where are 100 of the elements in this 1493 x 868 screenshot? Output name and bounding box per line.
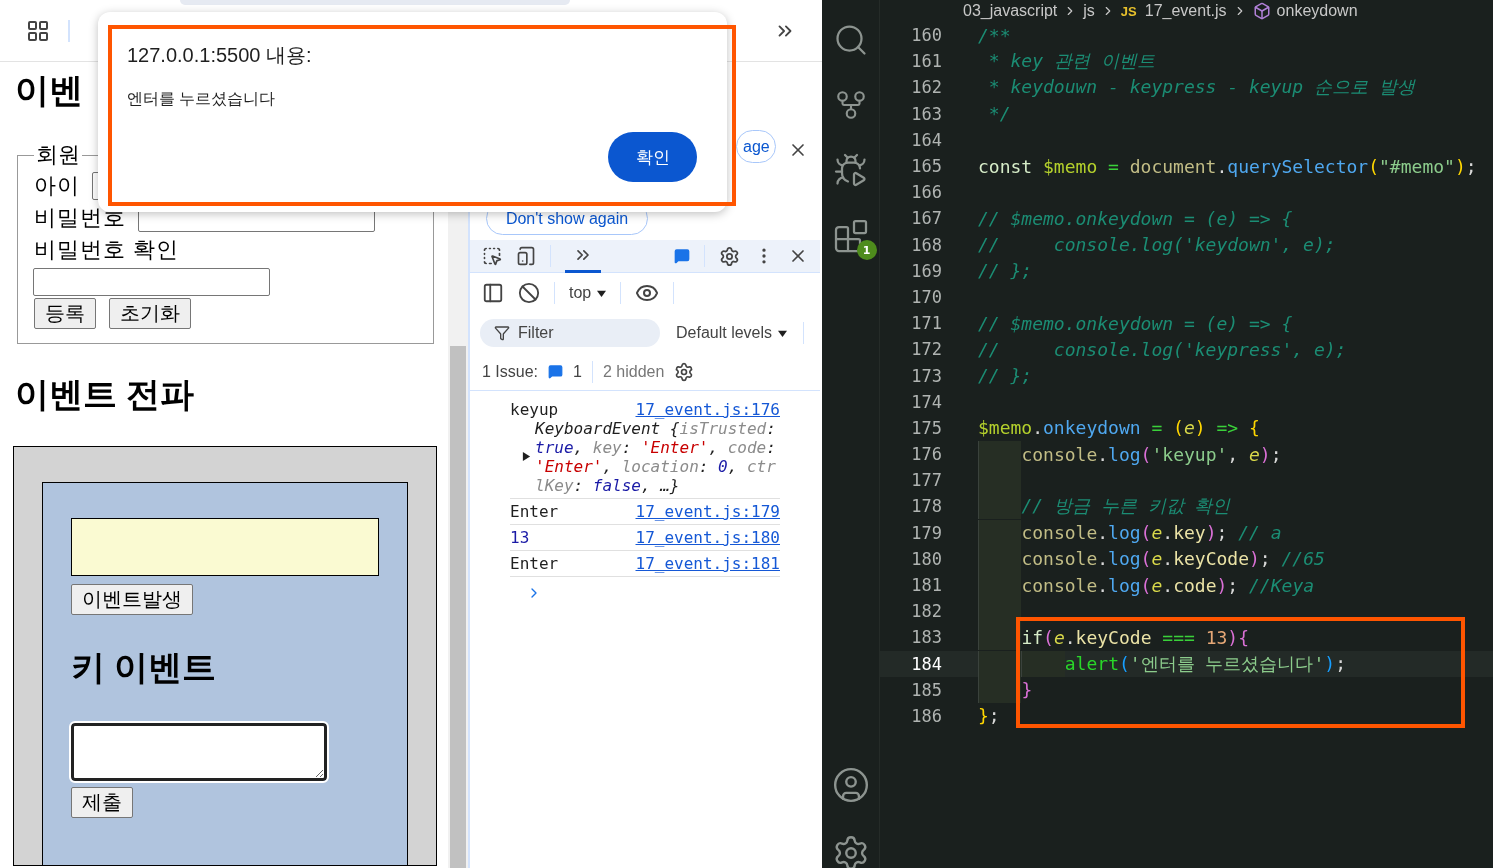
line-number: 165: [910, 156, 942, 177]
extensions-icon[interactable]: [832, 218, 869, 254]
line-number: 174: [910, 391, 942, 412]
issue-count: 1: [573, 362, 582, 381]
source-link[interactable]: 17_event.js:179: [635, 502, 780, 521]
line-number: 182: [910, 601, 942, 622]
line-number: 185: [910, 679, 942, 700]
page-heading: 이벤: [15, 70, 83, 110]
submit-button[interactable]: 제출: [71, 787, 133, 818]
line-number: 173: [910, 365, 942, 386]
code-text: const $memo = document.querySelector("#memo");: [978, 155, 1477, 177]
line-number: 178: [910, 496, 942, 517]
code-text: // $memo.onkeydown = (e) => {: [978, 312, 1293, 334]
indent-guide: [978, 519, 1022, 546]
line-number: 181: [910, 575, 942, 596]
code-text: console.log(e.key); // a: [1021, 522, 1282, 544]
line-number: 166: [910, 182, 942, 203]
code-text: // };: [978, 260, 1033, 282]
code-text: console.log(e.keyCode); //65: [1021, 548, 1325, 570]
filter-field[interactable]: Filter: [480, 319, 660, 347]
console-message: Enter: [510, 502, 559, 521]
line-number: 186: [910, 705, 942, 726]
caret-icon: [597, 289, 607, 298]
sidebar-icon[interactable]: [482, 282, 504, 304]
section-heading: 키 이벤트: [71, 647, 218, 688]
breadcrumb-item[interactable]: 17_event.js: [1144, 2, 1227, 20]
code-text: // $memo.onkeydown = (e) => {: [978, 207, 1293, 229]
settings-icon[interactable]: [674, 361, 695, 382]
device-icon[interactable]: [516, 246, 536, 266]
dialog-message: 엔터를 누르셨습니다: [127, 89, 277, 109]
console-message: 13: [510, 528, 530, 547]
fieldset-legend: 회원: [34, 140, 82, 170]
source-link[interactable]: 17_event.js:176: [635, 400, 780, 419]
dialog-title: 127.0.0.1:5500 내용:: [127, 43, 313, 68]
source-link[interactable]: 17_event.js:180: [635, 528, 780, 547]
cube-icon: [1252, 2, 1271, 20]
line-number: 163: [910, 103, 942, 124]
line-number: 170: [910, 286, 942, 307]
issues-label: 1 Issue:: [482, 362, 539, 381]
code-text: // console.log('keydown', e);: [978, 234, 1336, 256]
page-heading: 이벤트 전파: [15, 374, 195, 414]
code-text: // 방금 누른 키값 확인: [1021, 494, 1231, 519]
apps-grid-icon[interactable]: [26, 18, 50, 43]
line-number: 184: [910, 653, 942, 674]
line-number: 162: [910, 77, 942, 98]
line-number: 161: [910, 51, 942, 72]
code-text: };: [978, 705, 1000, 727]
indent-guide: [978, 493, 1022, 520]
code-text: * key 관련 이벤트: [987, 49, 1155, 74]
indent-guide: [978, 624, 1022, 651]
code-text: /**: [978, 24, 1011, 46]
form-button[interactable]: 초기화: [109, 298, 191, 329]
line-number: 183: [910, 627, 942, 648]
line-number: 164: [910, 129, 942, 150]
breadcrumb-item[interactable]: 03_javascript: [963, 2, 1058, 20]
console-message: Enter: [510, 554, 559, 573]
js-file-icon: JS: [1120, 3, 1137, 19]
form-button[interactable]: 등록: [34, 298, 96, 329]
line-number: 177: [910, 470, 942, 491]
caret-icon: [778, 329, 788, 338]
context-dropdown[interactable]: top: [569, 284, 607, 302]
ok-button[interactable]: 확인: [608, 132, 697, 182]
line-number: 160: [910, 25, 942, 46]
memo-textarea[interactable]: [71, 723, 327, 781]
run-debug-icon[interactable]: [832, 152, 869, 188]
code-text: if(e.keyCode === 13){: [1021, 626, 1250, 648]
text-input[interactable]: [33, 268, 270, 296]
clear-icon[interactable]: [518, 282, 540, 304]
language-button[interactable]: age: [736, 130, 776, 163]
object-preview: KeyboardEvent {isTrusted: true, key: 'Enter', code: 'Enter', location: 0, ctrlKey: false, …}: [535, 419, 777, 495]
levels-dropdown[interactable]: Default levels: [676, 324, 788, 342]
line-number: 169: [910, 260, 942, 281]
breadcrumb-item[interactable]: js: [1083, 2, 1095, 20]
code-text: $memo.onkeydown = (e) => {: [978, 417, 1260, 439]
code-text: // console.log('keypress', e);: [978, 338, 1347, 360]
code-text: */: [987, 103, 1011, 125]
code-text: console.log('keyup', e);: [1021, 443, 1282, 465]
code-text: * keydouwn - keypress - keyup 순으로 발생: [987, 75, 1415, 100]
code-text: // };: [978, 365, 1033, 387]
expand-triangle-icon: [522, 452, 531, 461]
code-text: console.log(e.code); //Keya: [1021, 574, 1315, 596]
breadcrumb-item[interactable]: onkeydown: [1276, 2, 1358, 20]
field-label: 비밀번호 확인: [34, 236, 180, 264]
filter-icon: [494, 325, 510, 341]
event-button[interactable]: 이벤트발생: [71, 584, 193, 615]
field-label: 비밀번호: [34, 204, 126, 232]
source-link[interactable]: 17_event.js:181: [635, 554, 780, 573]
scrollbar-thumb[interactable]: [450, 346, 466, 868]
settings-icon[interactable]: [719, 245, 740, 267]
account-icon[interactable]: [831, 766, 870, 804]
indent-guide: [978, 441, 1022, 468]
line-number: 172: [910, 339, 942, 360]
message-icon[interactable]: [674, 248, 690, 264]
line-number: 171: [910, 313, 942, 334]
console-message: keyup: [510, 400, 559, 419]
line-number: 175: [910, 417, 942, 438]
code-text: }: [1021, 679, 1033, 701]
line-number: 167: [910, 208, 942, 229]
hidden-count: 2 hidden: [602, 362, 665, 381]
inspect-icon[interactable]: [482, 246, 502, 266]
